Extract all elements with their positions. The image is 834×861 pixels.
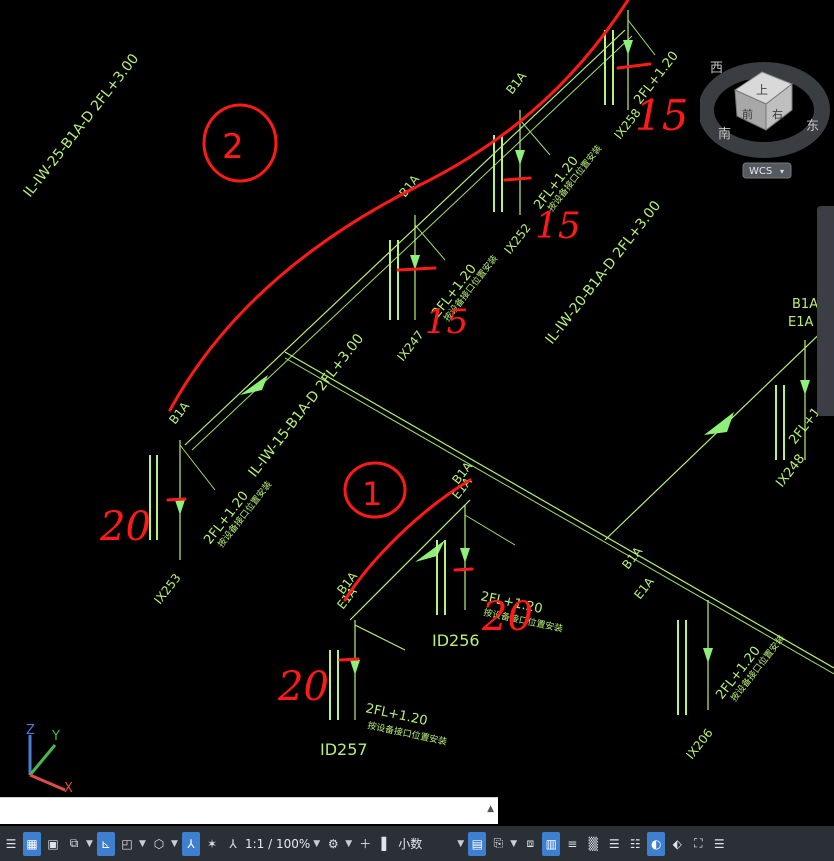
ucs-y: Y (51, 729, 60, 744)
model-layout-icon[interactable]: ▣ (44, 832, 62, 856)
e1a-label: E1A (788, 315, 813, 330)
lock-ui-icon[interactable]: ⎘ (489, 832, 507, 856)
command-line[interactable]: ▲ (0, 797, 498, 824)
polar-icon[interactable]: ◰ (118, 832, 136, 856)
ucs-z: Z (26, 723, 35, 738)
chevron-down-icon[interactable]: ▼ (313, 839, 321, 849)
compass-west: 西 (710, 61, 723, 76)
pipe-label-15: IL-IW-15-B1A-D 2FL+3.00 (246, 331, 368, 481)
transparency-icon[interactable]: ▒ (584, 832, 602, 856)
wcs-dropdown-icon: ▾ (780, 167, 784, 176)
annotation-visibility-icon[interactable]: ✶ (203, 832, 221, 856)
ucs-icon: Z Y X (26, 723, 73, 796)
tag-label: IX247 (394, 328, 426, 364)
markup-15: 15 (535, 206, 581, 247)
markup-20: 20 (277, 664, 329, 710)
chevron-down-icon[interactable]: ▼ (171, 839, 179, 849)
tag-label: IX248 (773, 452, 808, 491)
markup-15: 15 (425, 302, 468, 342)
selection-cycling-icon[interactable]: ☰ (605, 832, 623, 856)
chevron-down-icon[interactable]: ▼ (345, 839, 353, 849)
ucs-x: X (64, 781, 73, 796)
down-arrow (175, 500, 185, 515)
scale-readout[interactable]: 1:1 / 100% (245, 837, 310, 851)
units-selector[interactable]: 小数 (398, 835, 454, 852)
pipe-label-25: IL-IW-25-B1A-D 2FL+3.00 (21, 51, 143, 201)
annotation-autoscale-icon[interactable]: ⅄ (224, 832, 242, 856)
tag-label: ID257 (320, 740, 368, 759)
tag-label: IX252 (501, 221, 533, 257)
compass-east: 东 (806, 119, 819, 134)
tag-label: ID256 (432, 631, 480, 650)
riser-annotations (149, 30, 785, 720)
viewport-icon[interactable]: ⧉ (65, 832, 83, 856)
b1a-label: B1A (503, 69, 529, 97)
status-bar: ☰ ▦ ▣ ⧉ ▼ ⊾ ◰ ▼ ⬡ ▼ ⅄ ✶ ⅄ 1:1 / 100% ▼ ⚙… (0, 826, 834, 861)
ortho-icon[interactable]: ⊾ (97, 831, 115, 856)
wcs-label: WCS (749, 166, 772, 177)
tag-label: IX253 (151, 571, 183, 607)
viewcube-front: 前 (742, 107, 753, 121)
circle-1-text: 1 (362, 475, 382, 513)
b1a-label: B1A (792, 297, 818, 312)
viewcube-right: 右 (772, 107, 783, 121)
markup-20: 20 (99, 504, 151, 550)
wcs-button[interactable]: WCS ▾ (742, 162, 792, 179)
tag-label: IX206 (683, 726, 715, 762)
command-history-arrow-icon[interactable]: ▲ (487, 804, 494, 814)
clean-screen-icon[interactable]: ◐ (647, 831, 666, 856)
workspace-icon[interactable]: ⬖ (668, 832, 686, 856)
chevron-down-icon[interactable]: ▼ (139, 839, 147, 849)
chevron-down-icon[interactable]: ▼ (86, 839, 94, 849)
circle-2-text: 2 (222, 127, 244, 167)
grid-icon[interactable]: ▦ (23, 831, 41, 856)
viewcube-top: 上 (756, 83, 768, 97)
hardware-accel-icon[interactable]: ▥ (542, 831, 561, 856)
list-icon[interactable]: ☷ (626, 832, 644, 856)
quick-properties-icon[interactable]: ▤ (468, 831, 487, 856)
viewcube[interactable]: 上 前 右 西 南 东 WCS ▾ (698, 28, 834, 188)
annotation-scale-icon[interactable]: ⅄ (182, 831, 200, 856)
b1a-label: B1A (166, 399, 192, 427)
e1a-label: E1A (631, 574, 657, 602)
isolate-objects-icon[interactable]: ⧈ (521, 832, 539, 856)
navigation-bar[interactable] (817, 206, 834, 416)
compass-south: 南 (718, 126, 731, 142)
customize-menu-icon[interactable]: ☰ (2, 832, 20, 856)
markup-20: 20 (481, 594, 533, 640)
fullscreen-icon[interactable]: ⛶ (689, 832, 707, 856)
gear-icon[interactable]: ⚙ (324, 832, 342, 856)
chevron-down-icon[interactable]: ▼ (510, 839, 518, 849)
isometric-icon[interactable]: ⬡ (150, 832, 168, 856)
units-icon[interactable]: ▌ (377, 832, 395, 856)
markup-15: 15 (635, 91, 688, 140)
lineweight-icon[interactable]: ≡ (563, 832, 581, 856)
chevron-down-icon[interactable]: ▼ (457, 839, 465, 849)
menu-icon[interactable]: ☰ (710, 832, 728, 856)
plus-icon[interactable]: ＋ (356, 832, 374, 856)
